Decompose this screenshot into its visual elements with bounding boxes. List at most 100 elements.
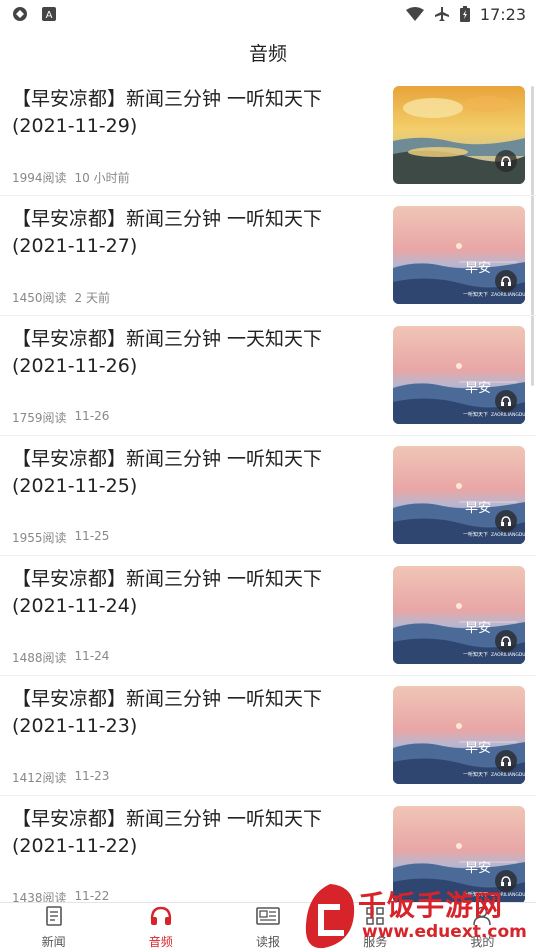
item-meta: 1759阅读 11-26 <box>12 409 109 426</box>
read-count: 1438阅读 <box>12 891 67 902</box>
item-date: (2021-11-26) <box>12 355 138 377</box>
item-title[interactable]: 【早安凉都】新闻三分钟 一天知天下 (2021-11-26) <box>12 326 372 380</box>
svg-text:一听知天下: 一听知天下 <box>463 771 488 778</box>
svg-text:一听知天下: 一听知天下 <box>463 531 488 538</box>
item-title[interactable]: 【早安凉都】新闻三分钟 一听知天下 (2021-11-29) <box>12 86 372 140</box>
item-thumbnail[interactable]: 早安 一听知天下 ZAORILIANGDU <box>393 686 525 784</box>
svg-text:早安: 早安 <box>465 501 491 516</box>
page-title: 音频 <box>248 42 287 65</box>
item-meta: 1438阅读 11-22 <box>12 889 109 902</box>
tab-audio[interactable]: 音频 <box>107 903 214 952</box>
item-meta: 1994阅读 10 小时前 <box>12 169 130 186</box>
status-time: 17:23 <box>479 4 526 24</box>
headphones-play-icon[interactable] <box>495 750 517 772</box>
item-title-line: 【早安凉都】新闻三分钟 一听知天下 <box>12 808 323 830</box>
list-item[interactable]: 【早安凉都】新闻三分钟 一听知天下 (2021-11-24) 1488阅读 11… <box>0 556 536 676</box>
headphones-play-icon[interactable] <box>495 510 517 532</box>
item-title[interactable]: 【早安凉都】新闻三分钟 一听知天下 (2021-11-22) <box>12 806 372 860</box>
item-thumbnail[interactable]: 早安 一听知天下 ZAORILIANGDU <box>393 566 525 664</box>
headphones-play-icon[interactable] <box>495 270 517 292</box>
header: 音频 <box>0 28 536 76</box>
item-date: (2021-11-22) <box>12 835 138 857</box>
tab-news-label: 新闻 <box>41 935 66 949</box>
status-bar: A 17:23 <box>0 0 536 28</box>
tab-service-label: 服务 <box>363 935 388 949</box>
list-item[interactable]: 【早安凉都】新闻三分钟 一天知天下 (2021-11-26) 1759阅读 11… <box>0 316 536 436</box>
item-meta: 1955阅读 11-25 <box>12 529 109 546</box>
tab-paper[interactable]: 读报 <box>214 903 321 952</box>
tab-news[interactable]: 新闻 <box>0 903 107 952</box>
publish-time: 11-24 <box>74 649 110 663</box>
read-count: 1488阅读 <box>12 651 67 665</box>
item-title-line: 【早安凉都】新闻三分钟 一听知天下 <box>12 448 323 470</box>
item-title-line: 【早安凉都】新闻三分钟 一听知天下 <box>12 88 323 110</box>
airplane-icon <box>434 6 450 22</box>
svg-text:一听知天下: 一听知天下 <box>463 291 488 298</box>
wifi-icon <box>405 7 424 21</box>
svg-text:早安: 早安 <box>465 261 491 276</box>
svg-text:一听知天下: 一听知天下 <box>463 651 488 658</box>
tab-service[interactable]: 服务 <box>322 903 429 952</box>
item-title[interactable]: 【早安凉都】新闻三分钟 一听知天下 (2021-11-24) <box>12 566 372 620</box>
svg-text:A: A <box>46 10 53 21</box>
tab-audio-label: 音频 <box>148 935 173 949</box>
svg-text:ZAORILIANGDU: ZAORILIANGDU <box>491 652 525 658</box>
headphones-play-icon[interactable] <box>495 630 517 652</box>
read-count: 1994阅读 <box>12 171 67 185</box>
list-item[interactable]: 【早安凉都】新闻三分钟 一听知天下 (2021-11-27) 1450阅读 2 … <box>0 196 536 316</box>
publish-time: 11-23 <box>74 769 110 783</box>
read-count: 1759阅读 <box>12 411 67 425</box>
item-title[interactable]: 【早安凉都】新闻三分钟 一听知天下 (2021-11-23) <box>12 686 372 740</box>
item-thumbnail[interactable]: 早安 一听知天下 ZAORILIANGDU <box>393 446 525 544</box>
person-icon <box>471 905 493 931</box>
svg-text:ZAORILIANGDU: ZAORILIANGDU <box>491 532 525 538</box>
item-title[interactable]: 【早安凉都】新闻三分钟 一听知天下 (2021-11-27) <box>12 206 372 260</box>
tab-mine[interactable]: 我的 <box>429 903 536 952</box>
item-date: (2021-11-24) <box>12 595 138 617</box>
bottom-tab-bar: 新闻 音频 读报 服务 我的 <box>0 902 536 952</box>
battery-icon <box>459 6 470 22</box>
item-thumbnail[interactable] <box>393 86 525 184</box>
item-date: (2021-11-29) <box>12 115 138 137</box>
list-item[interactable]: 【早安凉都】新闻三分钟 一听知天下 (2021-11-22) 1438阅读 11… <box>0 796 536 902</box>
headphones-play-icon[interactable] <box>495 870 517 892</box>
publish-time: 11-25 <box>74 529 110 543</box>
list-item[interactable]: 【早安凉都】新闻三分钟 一听知天下 (2021-11-25) 1955阅读 11… <box>0 436 536 556</box>
item-meta: 1412阅读 11-23 <box>12 769 109 786</box>
publish-time: 2 天前 <box>74 291 110 305</box>
item-thumbnail[interactable]: 早安 一听知天下 ZAORILIANGDU <box>393 326 525 424</box>
headphones-play-icon[interactable] <box>495 150 517 172</box>
read-count: 1412阅读 <box>12 771 67 785</box>
svg-text:ZAORILIANGDU: ZAORILIANGDU <box>491 292 525 298</box>
publish-time: 10 小时前 <box>74 171 130 185</box>
svg-text:一听知天下: 一听知天下 <box>463 411 488 418</box>
headphones-icon <box>149 905 173 931</box>
headphones-play-icon[interactable] <box>495 390 517 412</box>
grid-icon <box>364 905 386 931</box>
item-meta: 1488阅读 11-24 <box>12 649 109 666</box>
status-right: 17:23 <box>405 4 526 24</box>
svg-text:一听知天下: 一听知天下 <box>463 891 488 898</box>
item-title[interactable]: 【早安凉都】新闻三分钟 一听知天下 (2021-11-25) <box>12 446 372 500</box>
item-title-line: 【早安凉都】新闻三分钟 一天知天下 <box>12 328 323 350</box>
item-title-line: 【早安凉都】新闻三分钟 一听知天下 <box>12 568 323 590</box>
svg-text:ZAORILIANGDU: ZAORILIANGDU <box>491 892 525 898</box>
list-item[interactable]: 【早安凉都】新闻三分钟 一听知天下 (2021-11-29) 1994阅读 10… <box>0 76 536 196</box>
item-title-line: 【早安凉都】新闻三分钟 一听知天下 <box>12 688 323 710</box>
audio-list[interactable]: 【早安凉都】新闻三分钟 一听知天下 (2021-11-29) 1994阅读 10… <box>0 76 536 902</box>
item-date: (2021-11-23) <box>12 715 138 737</box>
item-thumbnail[interactable]: 早安 一听知天下 ZAORILIANGDU <box>393 806 525 902</box>
item-thumbnail[interactable]: 早安 一听知天下 ZAORILIANGDU <box>393 206 525 304</box>
status-left: A <box>12 6 56 22</box>
svg-text:早安: 早安 <box>465 381 491 396</box>
publish-time: 11-26 <box>74 409 110 423</box>
read-count: 1955阅读 <box>12 531 67 545</box>
keyboard-a-icon: A <box>42 7 56 21</box>
item-title-line: 【早安凉都】新闻三分钟 一听知天下 <box>12 208 323 230</box>
list-item[interactable]: 【早安凉都】新闻三分钟 一听知天下 (2021-11-23) 1412阅读 11… <box>0 676 536 796</box>
newspaper-icon <box>255 905 281 931</box>
svg-text:早安: 早安 <box>465 861 491 876</box>
svg-text:早安: 早安 <box>465 621 491 636</box>
tab-mine-label: 我的 <box>470 935 495 949</box>
publish-time: 11-22 <box>74 889 110 902</box>
